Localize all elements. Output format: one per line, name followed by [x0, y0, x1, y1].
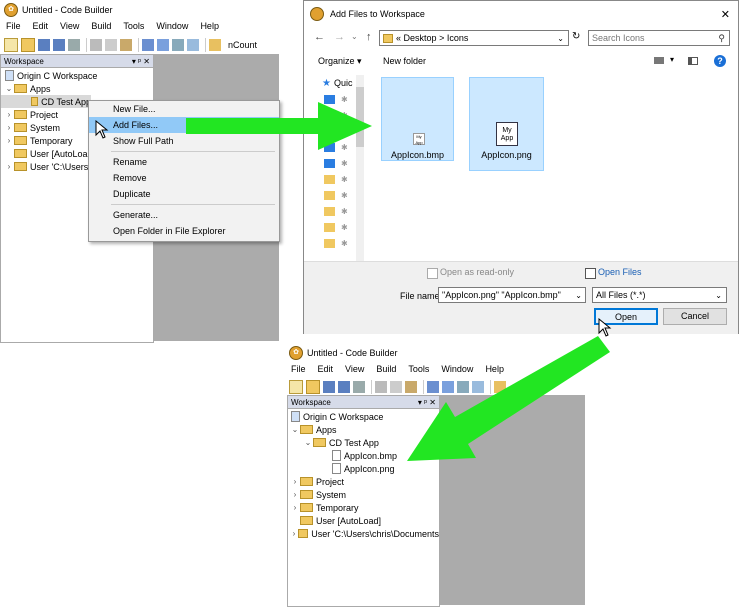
annotation-arrows [186, 102, 610, 461]
arrow-to-dialog [186, 102, 372, 150]
arrow-to-tree [407, 336, 610, 461]
